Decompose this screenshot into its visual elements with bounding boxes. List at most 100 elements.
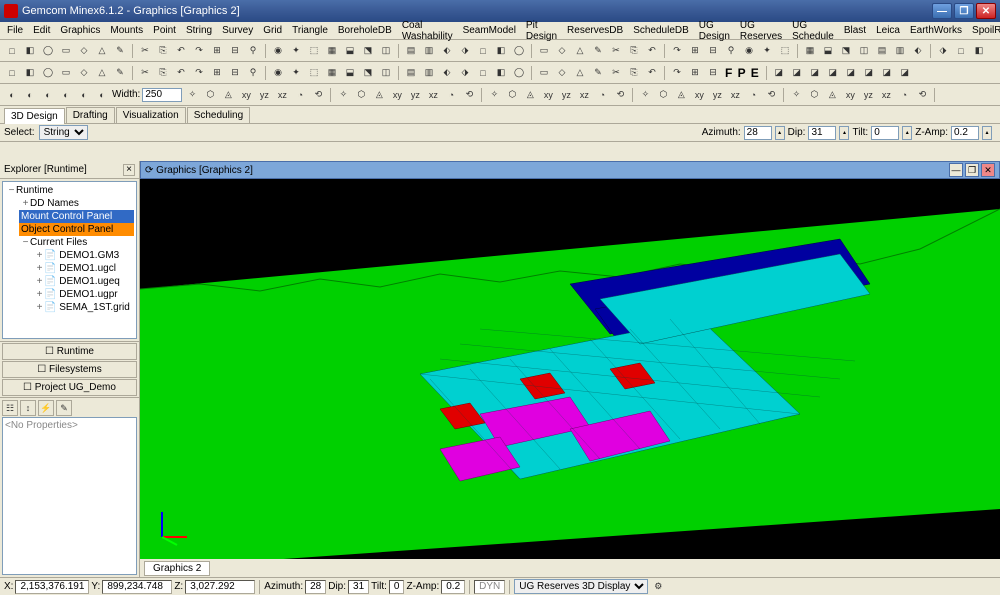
menu-pit-design[interactable]: Pit Design [521, 19, 562, 43]
tree-node-current-files[interactable]: −Current Files [19, 236, 134, 249]
mode-tab-scheduling[interactable]: Scheduling [187, 107, 250, 123]
menu-string[interactable]: String [181, 24, 217, 37]
toolbar-button[interactable]: ✂ [608, 43, 624, 59]
menu-graphics[interactable]: Graphics [55, 24, 105, 37]
toolbar-button[interactable]: xz [425, 87, 441, 103]
toolbar-button[interactable]: ◬ [371, 87, 387, 103]
azimuth-input[interactable] [744, 126, 772, 140]
toolbar-button[interactable]: ◔ [594, 87, 610, 103]
toolbar-button[interactable]: ⊞ [209, 65, 225, 81]
toolbar-button[interactable]: ◬ [824, 87, 840, 103]
tilt-input[interactable] [871, 126, 899, 140]
toolbar-button[interactable]: ⬡ [353, 87, 369, 103]
toolbar-button[interactable]: △ [572, 43, 588, 59]
toolbar-button[interactable]: ◪ [789, 65, 805, 81]
toolbar-button[interactable]: ◪ [825, 65, 841, 81]
minimize-button[interactable]: — [932, 3, 952, 19]
toolbar-button[interactable]: xy [238, 87, 254, 103]
bottom-tab[interactable]: Graphics 2 [144, 561, 210, 576]
toolbar-button[interactable]: □ [475, 65, 491, 81]
toolbar-button[interactable]: ◐ [22, 87, 38, 103]
toolbar-button[interactable]: ◯ [40, 43, 56, 59]
toolbar-button[interactable]: ◬ [673, 87, 689, 103]
toolbar-button[interactable]: ⬡ [202, 87, 218, 103]
toolbar-button[interactable]: ⬗ [457, 65, 473, 81]
menu-earthworks[interactable]: EarthWorks [905, 24, 967, 37]
toolbar-button[interactable]: xy [389, 87, 405, 103]
toolbar-button[interactable]: xy [691, 87, 707, 103]
tree-file[interactable]: +📄 DEMO1.GM3 [33, 249, 134, 262]
toolbar-button[interactable]: ▭ [536, 43, 552, 59]
azimuth-spin[interactable]: ▴ [775, 126, 785, 140]
zamp-spin[interactable]: ▴ [982, 126, 992, 140]
toolbar-button[interactable]: ◪ [861, 65, 877, 81]
view-close[interactable]: ✕ [981, 163, 995, 177]
toolbar-button[interactable]: ◯ [511, 43, 527, 59]
tree-node-object-control[interactable]: Object Control Panel [19, 223, 134, 236]
toolbar-button[interactable]: ◪ [807, 65, 823, 81]
menu-ug-reserves[interactable]: UG Reserves [735, 19, 787, 43]
toolbar-button[interactable]: □ [475, 43, 491, 59]
toolbar-button[interactable]: ⬔ [360, 65, 376, 81]
toolbar-button[interactable]: ▥ [421, 65, 437, 81]
toolbar-button[interactable]: ⚲ [723, 43, 739, 59]
toolbar-button[interactable]: ↷ [669, 65, 685, 81]
toolbar-button[interactable]: ✧ [184, 87, 200, 103]
menu-grid[interactable]: Grid [258, 24, 287, 37]
toolbar-button[interactable]: ↶ [644, 65, 660, 81]
toolbar-button[interactable]: ↷ [191, 65, 207, 81]
toolbar-button[interactable]: ✎ [112, 43, 128, 59]
toolbar-button[interactable]: ◐ [40, 87, 56, 103]
prop-btn-2[interactable]: ↕ [20, 400, 36, 416]
toolbar-button[interactable]: ◪ [879, 65, 895, 81]
tree-node-mount-control[interactable]: Mount Control Panel [19, 210, 134, 223]
menu-mounts[interactable]: Mounts [105, 24, 148, 37]
toolbar-button[interactable]: ◔ [443, 87, 459, 103]
toolbar-button[interactable]: ⎘ [155, 65, 171, 81]
panel-button[interactable]: ☐ Project UG_Demo [2, 379, 137, 396]
toolbar-button[interactable]: ✎ [112, 65, 128, 81]
toolbar-button[interactable]: ◇ [554, 65, 570, 81]
toolbar-button[interactable]: ⚲ [245, 65, 261, 81]
toolbar-button[interactable]: ▦ [802, 43, 818, 59]
prop-btn-1[interactable]: ☷ [2, 400, 18, 416]
menu-scheduledb[interactable]: ScheduleDB [628, 24, 694, 37]
toolbar-button[interactable]: ⟲ [461, 87, 477, 103]
toolbar-button[interactable]: yz [558, 87, 574, 103]
toolbar-button[interactable]: ⬗ [457, 43, 473, 59]
toolbar-button[interactable]: ▭ [58, 43, 74, 59]
tilt-spin[interactable]: ▴ [902, 126, 912, 140]
toolbar-button[interactable]: ◐ [58, 87, 74, 103]
toolbar-button[interactable]: ▭ [58, 65, 74, 81]
tree-file[interactable]: +📄 SEMA_1ST.grid [33, 301, 134, 314]
toolbar-button[interactable]: ⊟ [227, 43, 243, 59]
tree-node[interactable]: +DD Names [19, 197, 134, 210]
toolbar-button[interactable]: ✎ [590, 43, 606, 59]
toolbar-button[interactable]: ⊞ [687, 43, 703, 59]
toolbar-button[interactable]: ✧ [486, 87, 502, 103]
tree-root[interactable]: −Runtime [5, 184, 134, 197]
menu-ug-schedule[interactable]: UG Schedule [787, 19, 839, 43]
menu-seammodel[interactable]: SeamModel [458, 24, 521, 37]
toolbar-button[interactable]: ◔ [745, 87, 761, 103]
prop-btn-4[interactable]: ✎ [56, 400, 72, 416]
toolbar-button[interactable]: ⬓ [820, 43, 836, 59]
toolbar-button[interactable]: ✧ [788, 87, 804, 103]
menu-point[interactable]: Point [148, 24, 181, 37]
explorer-close-icon[interactable]: × [123, 164, 135, 176]
menu-triangle[interactable]: Triangle [287, 24, 333, 37]
toolbar-button[interactable]: △ [94, 43, 110, 59]
menu-spoilregrade[interactable]: SpoilRegrade [967, 24, 1000, 37]
toolbar-button[interactable]: ✧ [335, 87, 351, 103]
toolbar-button[interactable]: ⬡ [504, 87, 520, 103]
menu-survey[interactable]: Survey [217, 24, 258, 37]
toolbar-button[interactable]: ⊟ [227, 65, 243, 81]
toolbar-button[interactable]: ✦ [288, 43, 304, 59]
toolbar-button[interactable]: ↶ [173, 65, 189, 81]
toolbar-button[interactable]: ◐ [94, 87, 110, 103]
toolbar-button[interactable]: ⊞ [209, 43, 225, 59]
toolbar-button[interactable]: ◐ [4, 87, 20, 103]
toolbar-button[interactable]: ✂ [137, 65, 153, 81]
toolbar-button[interactable]: ✎ [590, 65, 606, 81]
toolbar-button[interactable]: ⬚ [306, 65, 322, 81]
